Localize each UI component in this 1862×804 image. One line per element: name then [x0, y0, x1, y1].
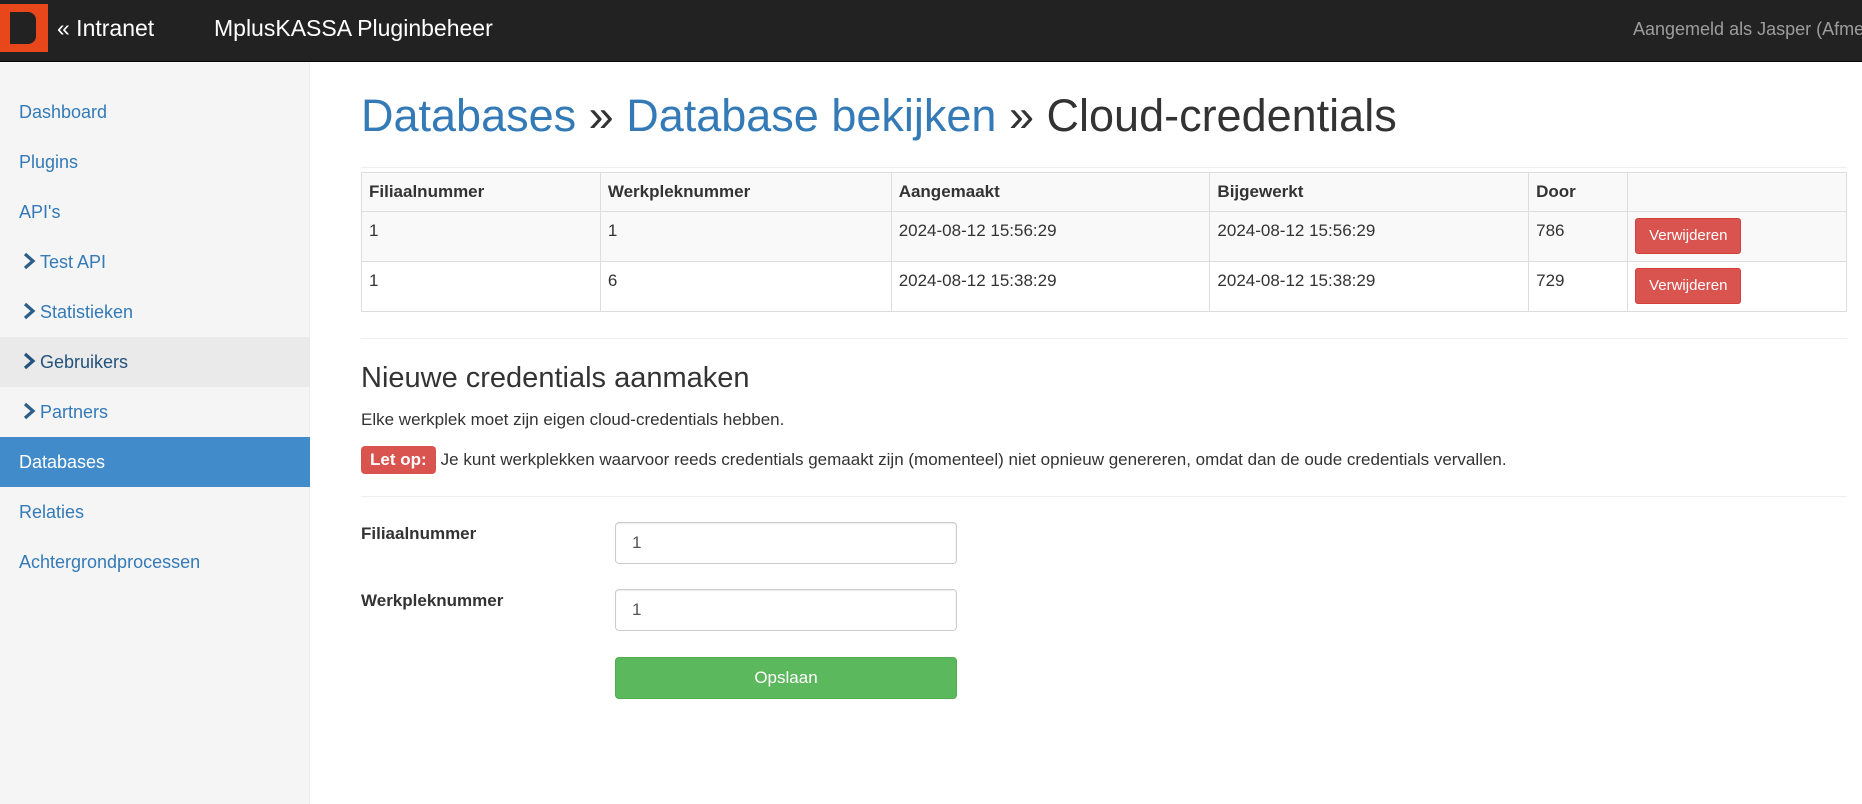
chevron-right-icon	[23, 253, 36, 270]
chevron-right-icon	[23, 403, 36, 420]
warning-text: Je kunt werkplekken waarvoor reeds crede…	[440, 450, 1507, 469]
sidebar-item-gebruikers[interactable]: Gebruikers	[0, 337, 310, 387]
section-title: Nieuwe credentials aanmaken	[361, 362, 750, 394]
breadcrumb-separator: »	[588, 90, 614, 141]
cell-filiaalnummer: 1	[361, 261, 601, 312]
cell-filiaalnummer: 1	[361, 211, 601, 262]
column-header: Aangemaakt	[890, 172, 1211, 212]
sidebar-item-achtergrondprocessen[interactable]: Achtergrondprocessen	[0, 537, 310, 587]
sidebar-item-plugins[interactable]: Plugins	[0, 137, 310, 187]
column-header: Door	[1528, 172, 1629, 212]
page-title: Databases » Database bekijken » Cloud-cr…	[361, 84, 1847, 168]
cell-door: 729	[1528, 261, 1629, 312]
sidebar-item-statistieken[interactable]: Statistieken	[0, 287, 310, 337]
breadcrumb-separator: »	[1008, 90, 1034, 141]
chevron-right-icon	[23, 303, 36, 320]
sidebar-item-label: Achtergrondprocessen	[19, 552, 201, 572]
sidebar-item-label: Statistieken	[40, 302, 134, 322]
column-header	[1627, 172, 1847, 212]
table-row: 1 1 2024-08-12 15:56:29 2024-08-12 15:56…	[361, 211, 1847, 262]
column-header: Bijgewerkt	[1209, 172, 1530, 212]
sidebar-item-label: Gebruikers	[40, 352, 129, 372]
sidebar: Dashboard Plugins API's Test API Statist…	[0, 62, 310, 804]
sidebar-item-label: Plugins	[19, 152, 79, 172]
cell-werkpleknummer: 6	[599, 261, 892, 312]
sidebar-item-label: Partners	[40, 402, 109, 422]
sidebar-item-label: Test API	[40, 252, 107, 272]
sidebar-item-databases[interactable]: Databases	[0, 437, 310, 487]
cell-aangemaakt: 2024-08-12 15:38:29	[890, 261, 1211, 312]
werkpleknummer-input[interactable]	[615, 589, 957, 631]
credentials-table: Filiaalnummer Werkpleknummer Aangemaakt …	[361, 172, 1847, 312]
filiaalnummer-label: Filiaalnummer	[361, 524, 477, 543]
delete-button[interactable]: Verwijderen	[1635, 218, 1742, 254]
sidebar-item-apis[interactable]: API's	[0, 187, 310, 237]
sidebar-item-dashboard[interactable]: Dashboard	[0, 87, 310, 137]
help-text: Elke werkplek moet zijn eigen cloud-cred…	[361, 410, 785, 429]
breadcrumb-current: Cloud-credentials	[1046, 90, 1397, 141]
save-button[interactable]: Opslaan	[615, 657, 957, 699]
warning-badge: Let op:	[361, 446, 436, 474]
intranet-link[interactable]: « Intranet	[57, 15, 154, 42]
werkpleknummer-label: Werkpleknummer	[361, 591, 504, 610]
sidebar-item-test-api[interactable]: Test API	[0, 237, 310, 287]
sidebar-item-label: Databases	[19, 452, 106, 472]
sidebar-item-label: API's	[19, 202, 61, 222]
breadcrumb-databases-link[interactable]: Databases	[361, 90, 576, 141]
table-row: 1 6 2024-08-12 15:38:29 2024-08-12 15:38…	[361, 261, 1847, 312]
cell-actions: Verwijderen	[1627, 261, 1847, 312]
cell-bijgewerkt: 2024-08-12 15:56:29	[1209, 211, 1530, 262]
divider	[361, 496, 1847, 497]
divider	[361, 338, 1847, 339]
column-header: Filiaalnummer	[361, 172, 601, 212]
table-header-row: Filiaalnummer Werkpleknummer Aangemaakt …	[361, 172, 1847, 212]
logged-in-user-text[interactable]: Aangemeld als Jasper (Afmelden)	[1633, 19, 1862, 40]
top-navbar: « Intranet MplusKASSA Pluginbeheer Aange…	[0, 0, 1862, 62]
cell-door: 786	[1528, 211, 1629, 262]
cell-actions: Verwijderen	[1627, 211, 1847, 262]
sidebar-item-relaties[interactable]: Relaties	[0, 487, 310, 537]
breadcrumb-database-bekijken-link[interactable]: Database bekijken	[626, 90, 996, 141]
filiaalnummer-input[interactable]	[615, 522, 957, 564]
cell-bijgewerkt: 2024-08-12 15:38:29	[1209, 261, 1530, 312]
column-header: Werkpleknummer	[599, 172, 892, 212]
sidebar-item-label: Dashboard	[19, 102, 108, 122]
sidebar-item-label: Relaties	[19, 502, 85, 522]
delete-button[interactable]: Verwijderen	[1635, 268, 1742, 304]
cell-aangemaakt: 2024-08-12 15:56:29	[890, 211, 1211, 262]
logo-icon[interactable]	[0, 4, 48, 52]
chevron-right-icon	[23, 353, 36, 370]
app-title-link[interactable]: MplusKASSA Pluginbeheer	[214, 15, 493, 42]
sidebar-item-partners[interactable]: Partners	[0, 387, 310, 437]
warning-message: Let op: Je kunt werkplekken waarvoor reed…	[361, 446, 1507, 474]
cell-werkpleknummer: 1	[599, 211, 892, 262]
